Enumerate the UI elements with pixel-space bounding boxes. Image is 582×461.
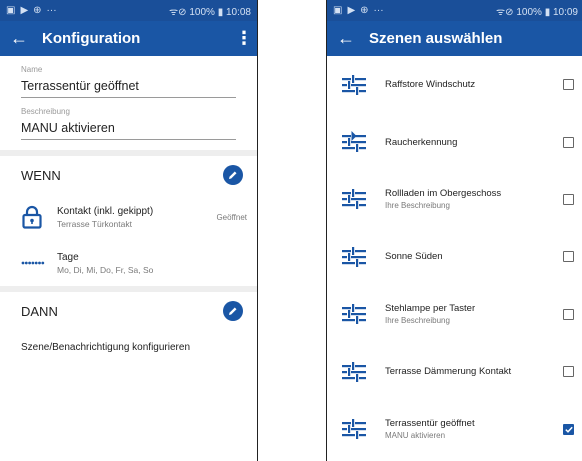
scene-row[interactable]: Stehlampe per Taster Ihre Beschreibung	[327, 286, 582, 343]
back-arrow-icon[interactable]: ←	[337, 28, 369, 49]
scene-subtitle: Ihre Beschreibung	[385, 201, 450, 211]
page-title: Konfiguration	[42, 30, 141, 47]
scene-title: Terrassentür geöffnet	[385, 418, 475, 430]
dots-icon	[21, 260, 51, 266]
sliders-icon	[341, 245, 373, 269]
scene-title: Sonne Süden	[385, 251, 443, 263]
status-bar: ▣ ▶ ⊕ ··· ᯤ⊘ 100% ▮ 10:08	[0, 0, 257, 21]
condition-row-kontakt[interactable]: Kontakt (inkl. gekippt) Terrasse Türkont…	[0, 194, 257, 240]
sliders-icon	[341, 187, 373, 211]
status-right: ᯤ⊘ 100% ▮ 10:08	[169, 6, 251, 18]
dann-heading: DANN	[21, 303, 58, 319]
condition-subtitle: Mo, Di, Mi, Do, Fr, Sa, So	[57, 264, 154, 275]
sliders-icon	[341, 360, 373, 384]
dann-section-header: DANN	[0, 292, 257, 330]
beschreibung-field[interactable]: Beschreibung MANU aktivieren	[0, 98, 257, 150]
lock-icon	[21, 205, 51, 229]
scene-subtitle: Ihre Beschreibung	[385, 316, 450, 326]
scene-title: Stehlampe per Taster	[385, 303, 476, 315]
overflow-menu-icon[interactable]: ⋮	[235, 28, 253, 49]
status-bar: ▣ ▶ ⊕ ··· ᯤ⊘ 100% ▮ 10:09	[327, 0, 582, 21]
location-icon: ⊕	[33, 5, 42, 16]
checkmark-icon	[564, 426, 573, 433]
scene-row[interactable]: Sonne Süden	[327, 228, 582, 285]
scene-row[interactable]: Terrassentür geöffnet MANU aktivieren	[327, 400, 582, 457]
scene-row[interactable]: Rollladen im Obergeschoss Ihre Beschreib…	[327, 171, 582, 228]
name-label: Name	[21, 65, 43, 74]
more-notifications-icon: ···	[46, 5, 57, 16]
scene-subtitle: MANU aktivieren	[385, 431, 446, 441]
app-bar: ← Konfiguration ⋮	[0, 21, 257, 56]
pencil-icon	[229, 307, 237, 315]
scene-row[interactable]: Terrasse Dämmerung Kontakt	[327, 343, 582, 400]
condition-state: Geöffnet	[216, 212, 247, 222]
scene-checkbox-checked[interactable]	[563, 423, 574, 435]
konfiguration-screen: ▣ ▶ ⊕ ··· ᯤ⊘ 100% ▮ 10:08 ← Konfiguratio…	[0, 0, 258, 461]
wenn-section-header: WENN	[0, 156, 257, 194]
pencil-icon	[229, 171, 237, 179]
back-arrow-icon[interactable]: ←	[10, 28, 42, 49]
name-input[interactable]: Terrassentür geöffnet	[21, 74, 236, 98]
page-title: Szenen auswählen	[369, 30, 503, 47]
wenn-heading: WENN	[21, 167, 61, 183]
scene-title: Raffstore Windschutz	[385, 79, 476, 91]
scene-title: Rollladen im Obergeschoss	[385, 188, 502, 200]
scene-title: Raucherkennung	[385, 136, 458, 148]
condition-title: Kontakt (inkl. gekippt)	[57, 205, 154, 217]
play-store-icon: ▶	[347, 5, 356, 16]
location-icon: ⊕	[360, 5, 369, 16]
scene-checkbox[interactable]	[563, 251, 574, 263]
scene-checkbox[interactable]	[563, 366, 574, 378]
sliders-play-icon	[341, 130, 373, 154]
status-right: ᯤ⊘ 100% ▮ 10:09	[496, 6, 578, 18]
scene-checkbox[interactable]	[563, 136, 574, 148]
app-bar: ← Szenen auswählen	[327, 21, 582, 56]
scene-row[interactable]: Raffstore Windschutz	[327, 56, 582, 113]
condition-subtitle: Terrasse Türkontakt	[57, 218, 132, 229]
notification-icon: ▣	[333, 5, 343, 16]
play-store-icon: ▶	[20, 5, 29, 16]
scene-title: Terrasse Dämmerung Kontakt	[385, 366, 512, 378]
edit-wenn-button[interactable]	[223, 165, 243, 185]
scene-list: Raffstore Windschutz Raucherkennung Roll…	[327, 56, 582, 458]
name-field[interactable]: Name Terrassentür geöffnet	[0, 56, 257, 98]
more-notifications-icon: ···	[373, 5, 384, 16]
dann-configure-link[interactable]: Szene/Benachrichtigung konfigurieren	[0, 330, 257, 365]
beschreibung-input[interactable]: MANU aktivieren	[21, 116, 236, 140]
szenen-auswaehlen-screen: ▣ ▶ ⊕ ··· ᯤ⊘ 100% ▮ 10:09 ← Szenen auswä…	[326, 0, 582, 461]
condition-title: Tage	[57, 251, 79, 263]
beschreibung-label: Beschreibung	[21, 107, 70, 116]
scene-checkbox[interactable]	[563, 79, 574, 91]
scene-checkbox[interactable]	[563, 308, 574, 320]
scene-row[interactable]: Raucherkennung	[327, 113, 582, 170]
sliders-icon	[341, 73, 373, 97]
edit-dann-button[interactable]	[223, 301, 243, 321]
notification-icon: ▣	[6, 5, 16, 16]
scene-checkbox[interactable]	[563, 193, 574, 205]
sliders-icon	[341, 417, 373, 441]
sliders-icon	[341, 302, 373, 326]
condition-row-tage[interactable]: Tage Mo, Di, Mi, Do, Fr, Sa, So	[0, 240, 257, 286]
